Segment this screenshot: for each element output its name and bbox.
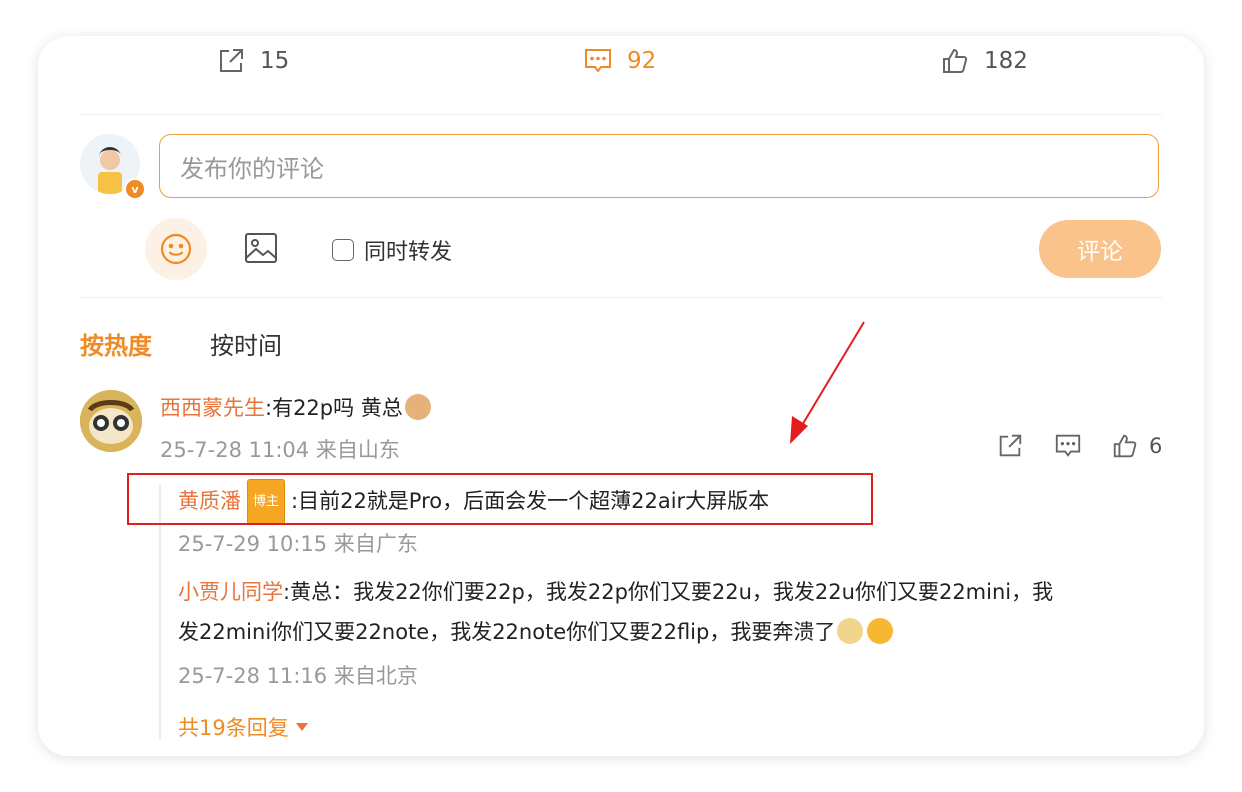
caret-down-icon <box>295 723 308 731</box>
comment-like-button[interactable]: 6 <box>1111 432 1162 460</box>
divider <box>80 297 1162 298</box>
comment-icon <box>585 49 611 73</box>
comment-stat[interactable]: 92 <box>583 46 656 76</box>
tab-time[interactable]: 按时间 <box>210 326 282 361</box>
emoji-button[interactable] <box>145 218 207 280</box>
image-button[interactable] <box>244 232 278 268</box>
comment-share-button[interactable] <box>996 432 1024 464</box>
laughing-emoji-icon <box>867 618 894 644</box>
comment-content: 西西蒙先生:有22p吗 黄总 <box>160 388 431 428</box>
annotation-arrow-icon <box>790 321 865 444</box>
comment-input-placeholder: 发布你的评论 <box>180 154 324 183</box>
comment-reply-button[interactable] <box>1054 432 1082 464</box>
share-icon <box>220 49 243 72</box>
submit-label: 评论 <box>1077 239 1123 265</box>
divider <box>80 114 1162 115</box>
reply-time-location: 25-7-29 10:15 来自广东 <box>178 532 418 556</box>
comment-text: :有22p吗 黄总 <box>265 396 403 420</box>
comment-like-count: 6 <box>1149 434 1163 458</box>
like-stat[interactable]: 182 <box>940 46 1028 76</box>
comment-count: 92 <box>627 48 657 74</box>
annotation-highlight-box <box>127 473 873 525</box>
comment-time-location: 25-7-28 11:04 来自山东 <box>160 438 400 462</box>
share-stat[interactable]: 15 <box>216 46 289 76</box>
reply-time-location: 25-7-28 11:16 来自北京 <box>178 664 418 688</box>
smiley-icon <box>160 233 192 265</box>
reply-text: :黄总：我发22你们要22p，我发22p你们又要22u，我发22u你们又要22m… <box>283 580 1054 604</box>
reply-content: 小贾儿同学:黄总：我发22你们要22p，我发22p你们又要22u，我发22u你们… <box>178 572 1168 652</box>
thumbs-up-icon <box>943 48 968 73</box>
cat-emoji-icon <box>404 394 431 420</box>
comment-icon <box>1055 434 1081 457</box>
more-replies-label: 共19条回复 <box>178 716 289 740</box>
reply-author[interactable]: 小贾儿同学 <box>178 580 283 604</box>
repost-label: 同时转发 <box>364 240 453 265</box>
comment-input[interactable]: 发布你的评论 <box>159 134 1159 198</box>
submit-comment-button[interactable]: 评论 <box>1039 220 1161 278</box>
dog-emoji-icon <box>837 618 864 644</box>
commenter-avatar[interactable] <box>80 390 142 452</box>
share-icon <box>999 434 1022 457</box>
comment-author[interactable]: 西西蒙先生 <box>160 396 265 420</box>
comment-panel: 15 92 182 v 发布你的评论 同时转发 评论 按热度 按时间 西西蒙先生… <box>38 36 1204 756</box>
reply-text: 发22mini你们又要22note，我发22note你们又要22flip，我要奔… <box>178 620 836 644</box>
like-count: 182 <box>984 48 1028 74</box>
verified-badge-icon: v <box>124 178 146 200</box>
tab-hot[interactable]: 按热度 <box>80 326 152 361</box>
more-replies-link[interactable]: 共19条回复 <box>178 712 309 742</box>
repost-checkbox[interactable] <box>332 239 354 261</box>
image-icon <box>245 233 277 263</box>
repost-option[interactable]: 同时转发 <box>332 234 452 266</box>
share-count: 15 <box>260 48 290 74</box>
thumbs-up-icon <box>1113 434 1137 458</box>
